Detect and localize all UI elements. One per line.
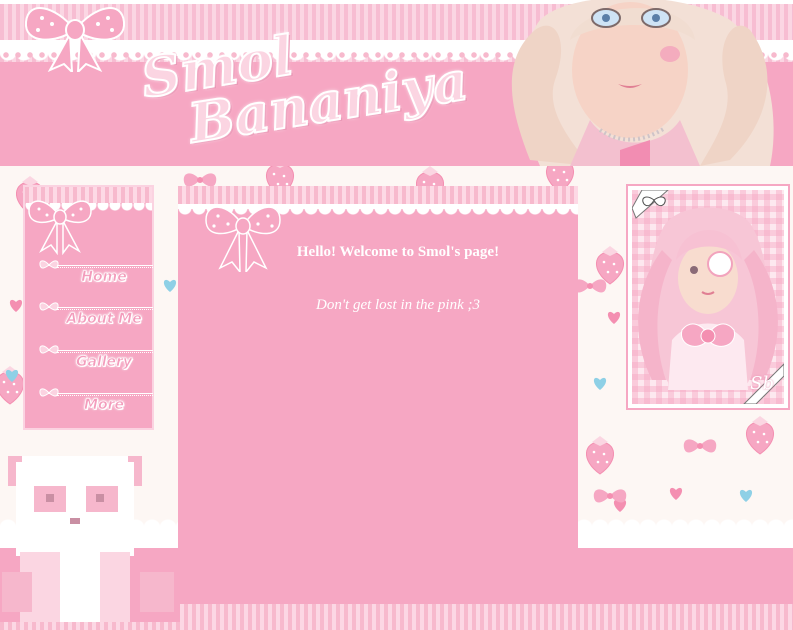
- nav-divider: [57, 350, 153, 353]
- sidebar-nav: Home About Me Gallery More: [23, 185, 154, 430]
- nav-gallery-label: Gallery: [75, 354, 133, 371]
- nav-about-link[interactable]: About Me: [39, 301, 153, 335]
- welcome-tagline: Don't get lost in the pink ;3: [315, 297, 481, 313]
- portrait-signature: Sb: [750, 373, 774, 394]
- bow-icon: [39, 345, 59, 354]
- bow-icon: [205, 206, 281, 272]
- bow-icon: [39, 388, 59, 397]
- main-content: Hello! Welcome to Smol's page! Don't get…: [178, 186, 578, 548]
- portrait-frame: Sb: [626, 184, 790, 410]
- nav-divider: [57, 265, 153, 268]
- bow-icon: [39, 260, 59, 269]
- header-avatar-image: [511, 0, 774, 166]
- nav-more-link[interactable]: More: [39, 387, 153, 421]
- portrait-image: Sb: [632, 190, 784, 404]
- nav-home-label: Home: [81, 269, 127, 286]
- panda-icon: [0, 456, 180, 622]
- nav-divider: [57, 393, 153, 396]
- avatar-portrait: [632, 190, 784, 404]
- nav-more-label: More: [84, 397, 125, 414]
- welcome-heading: Hello! Welcome to Smol's page!: [296, 244, 500, 260]
- bow-icon: [24, 7, 126, 72]
- bow-icon: [28, 200, 92, 255]
- bow-icon: [39, 302, 59, 311]
- nav-about-label: About Me: [66, 311, 142, 328]
- nav-divider: [57, 307, 153, 310]
- nav-gallery-link[interactable]: Gallery: [39, 344, 153, 378]
- nav-home-link[interactable]: Home: [39, 259, 153, 293]
- site-header: Smol Bananiya: [0, 0, 793, 166]
